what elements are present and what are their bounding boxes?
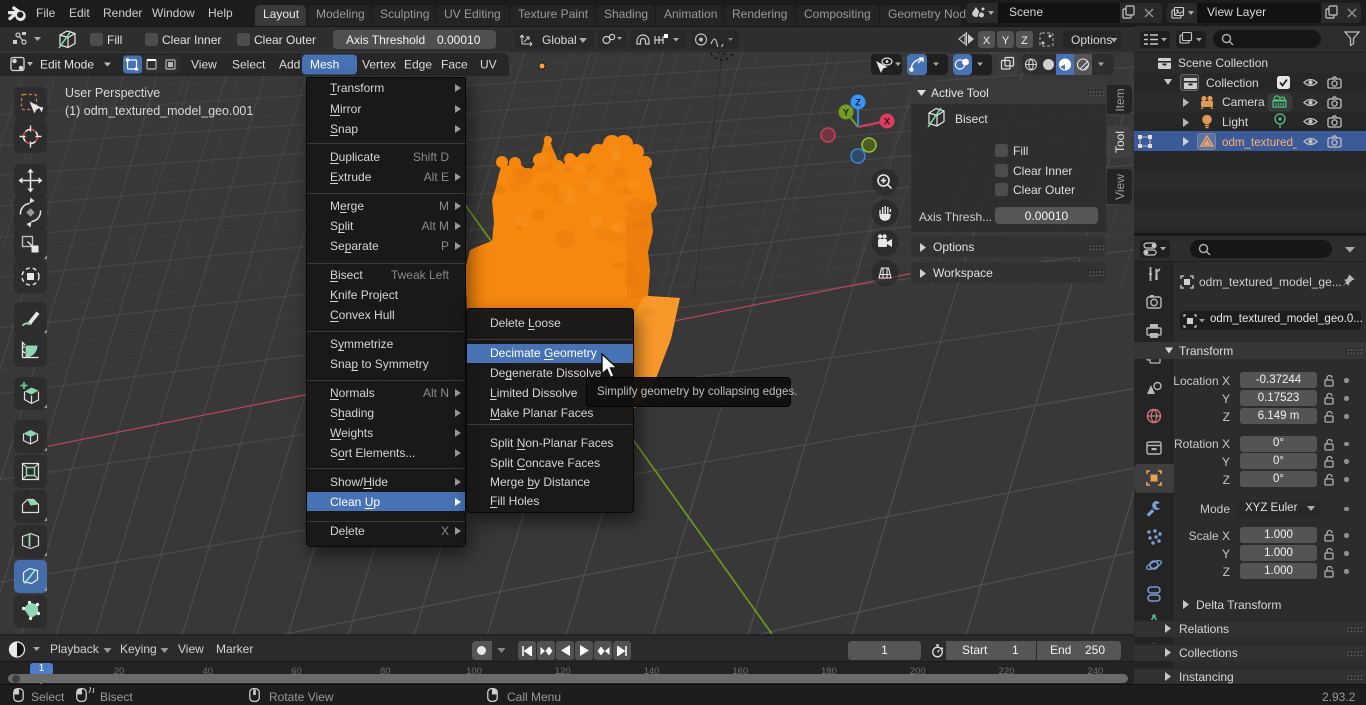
svg-text:Edge: Edge: [404, 58, 432, 72]
svg-text:View: View: [191, 58, 217, 72]
svg-text:UV: UV: [480, 58, 497, 72]
svg-text:User Perspective: User Perspective: [65, 86, 160, 100]
svg-text:Face: Face: [441, 58, 468, 72]
svg-text:Select: Select: [232, 58, 266, 72]
svg-text:(1) odm_textured_model_geo.001: (1) odm_textured_model_geo.001: [65, 104, 253, 118]
svg-text:X: X: [884, 117, 890, 127]
svg-text:Mesh: Mesh: [310, 58, 339, 72]
svg-text:Edit Mode: Edit Mode: [40, 58, 94, 72]
svg-text:Vertex: Vertex: [362, 58, 396, 72]
svg-text:Y: Y: [843, 108, 849, 118]
svg-text:Add: Add: [279, 58, 300, 72]
svg-text:Z: Z: [855, 98, 861, 108]
